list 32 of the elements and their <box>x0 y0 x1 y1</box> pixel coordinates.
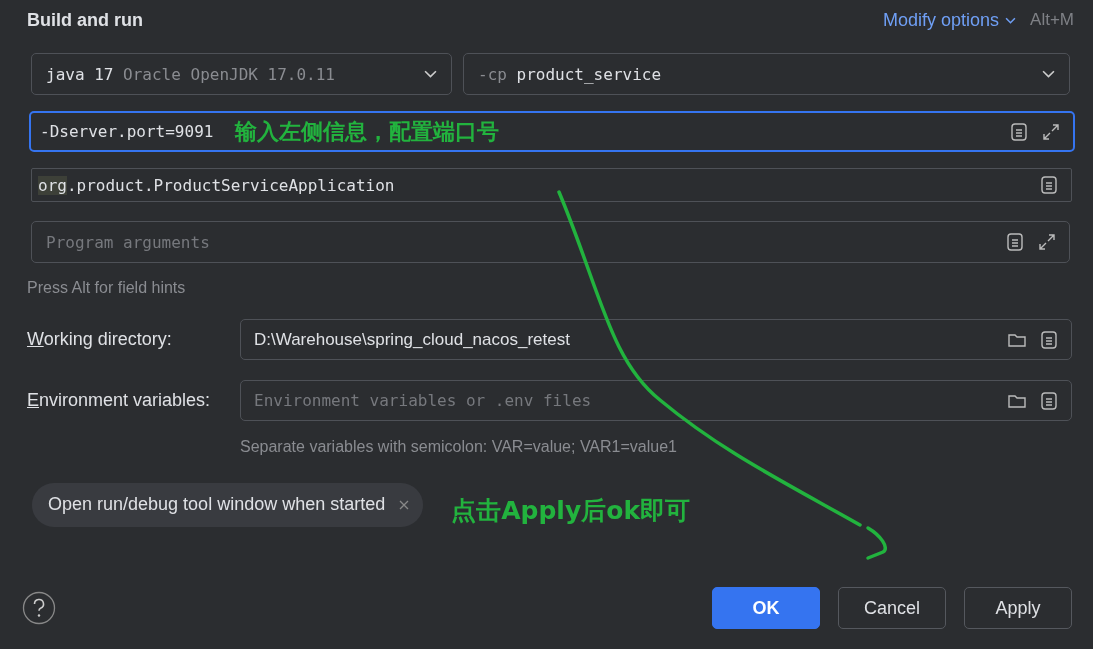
modify-options-link[interactable]: Modify options <box>883 9 1017 31</box>
section-title: Build and run <box>27 9 143 31</box>
environment-variables-label: Environment variables: <box>27 390 212 411</box>
placeholder-text: Environment variables or .env files <box>254 391 592 410</box>
placeholder-text: Program arguments <box>46 232 210 252</box>
list-icon[interactable] <box>1039 175 1059 195</box>
module-dropdown[interactable]: -cp product_service <box>463 53 1070 95</box>
vm-options-field[interactable]: -Dserver.port=9091 输入左侧信息，配置端口号 <box>29 111 1075 152</box>
expand-icon[interactable] <box>1041 121 1061 142</box>
annotation-text: 输入左侧信息，配置端口号 <box>235 117 500 146</box>
working-directory-field[interactable]: D:\Warehouse\spring_cloud_nacos_retest <box>240 319 1072 360</box>
list-icon[interactable] <box>1039 329 1059 350</box>
environment-variables-hint: Separate variables with semicolon: VAR=value; VAR1=value1 <box>240 438 678 456</box>
dialog-button[interactable]: Cancel <box>838 587 946 629</box>
expand-icon[interactable] <box>1037 232 1057 252</box>
working-directory-label: Working directory: <box>27 329 173 350</box>
option-chip[interactable]: Open run/debug tool window when started <box>32 482 424 527</box>
close-icon[interactable] <box>399 499 410 510</box>
dialog-button[interactable]: OK <box>712 587 820 629</box>
list-icon[interactable] <box>1005 232 1025 252</box>
list-icon[interactable] <box>1039 390 1059 411</box>
jre-dropdown[interactable]: java 17 Oracle OpenJDK 17.0.11 <box>31 53 452 95</box>
dialog-button[interactable]: Apply <box>964 587 1072 629</box>
list-icon[interactable] <box>1009 121 1029 142</box>
chevron-down-icon <box>1042 69 1055 79</box>
field-hint: Press Alt for field hints <box>27 279 187 297</box>
help-button[interactable] <box>22 591 56 625</box>
chevron-down-icon <box>424 69 437 79</box>
caret-icon <box>1005 16 1017 24</box>
shortcut-label: Alt+M <box>1030 10 1074 30</box>
main-class-field[interactable]: org.product.ProductServiceApplication <box>31 168 1072 202</box>
annotation-text: 点击Apply后ok即可 <box>451 495 691 527</box>
